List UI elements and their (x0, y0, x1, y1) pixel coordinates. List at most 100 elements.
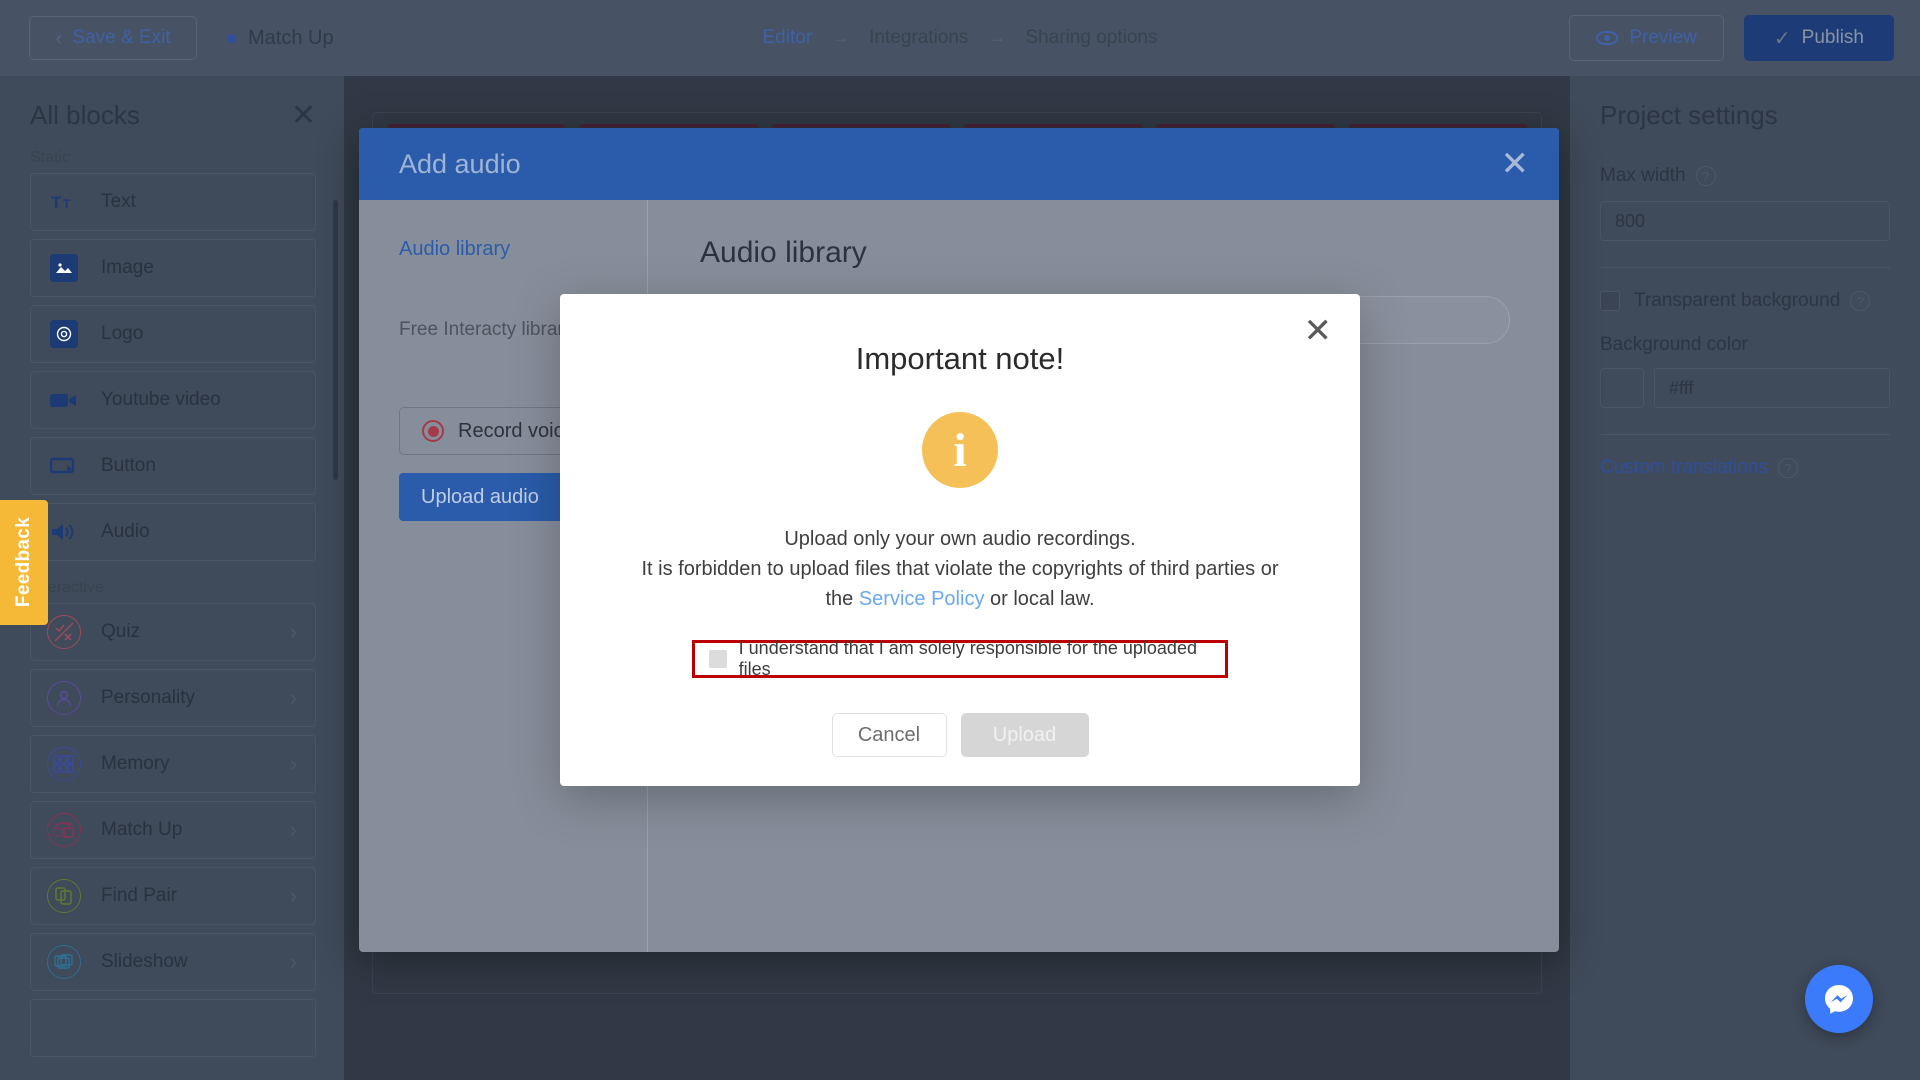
sidebar-item-label: Quiz (101, 621, 141, 642)
button-icon (47, 456, 81, 476)
project-title: Match Up (227, 27, 334, 50)
breadcrumb-item-editor[interactable]: Editor (763, 27, 813, 49)
match-up-icon (47, 813, 81, 847)
person-icon (47, 681, 81, 715)
sidebar-title: All blocks (30, 100, 140, 130)
custom-translations-link[interactable]: Custom translations ? (1600, 457, 1890, 479)
messenger-chat-button[interactable] (1805, 965, 1873, 1033)
sidebar-group-label-static: Static (30, 149, 71, 166)
video-camera-icon (47, 390, 81, 410)
breadcrumb-item-integrations[interactable]: Integrations (869, 27, 968, 49)
quiz-icon (47, 615, 81, 649)
background-color-row: #fff (1600, 368, 1890, 408)
info-icon: i (922, 412, 998, 488)
sidebar-item-label: Image (101, 257, 154, 278)
sidebar-item-button[interactable]: Button (30, 437, 316, 495)
find-pair-icon (47, 879, 81, 913)
record-voice-label: Record voice (458, 419, 575, 442)
messenger-icon (1825, 985, 1853, 1014)
publish-label: Publish (1801, 27, 1864, 48)
project-settings-panel: Project settings Max width ? 800 Transpa… (1570, 76, 1920, 1080)
transparent-background-checkbox[interactable] (1600, 291, 1620, 311)
sidebar-item-audio[interactable]: Audio (30, 503, 316, 561)
close-icon[interactable]: ✕ (1304, 314, 1333, 348)
feedback-label: Feedback (13, 517, 34, 608)
max-width-label: Max width ? (1600, 165, 1890, 187)
sidebar-scrollbar[interactable] (333, 200, 338, 480)
chevron-right-icon: › (289, 883, 297, 908)
divider (1600, 434, 1890, 435)
chevron-left-icon: ‹ (55, 26, 63, 50)
background-color-label: Background color (1600, 334, 1748, 355)
sidebar-item-label: Personality (101, 687, 195, 708)
feedback-tab[interactable]: Feedback (0, 500, 48, 625)
sidebar-group-label-interactive: Interactive (30, 579, 104, 596)
chevron-right-icon: › (289, 619, 297, 644)
note-line-1: Upload only your own audio recordings. (784, 528, 1136, 550)
chevron-right-icon: › (289, 685, 297, 710)
sidebar-item-label: Button (101, 455, 156, 476)
sidebar-item-quiz[interactable]: Quiz › (30, 603, 316, 661)
all-blocks-sidebar: All blocks ✕ Static TT Text Image Logo Y… (0, 76, 344, 1080)
close-icon[interactable]: ✕ (291, 100, 316, 131)
upload-button[interactable]: Upload (960, 713, 1089, 757)
sidebar-item-logo[interactable]: Logo (30, 305, 316, 363)
memory-grid-icon (47, 747, 81, 781)
background-color-input[interactable]: #fff (1654, 368, 1890, 408)
sidebar-item-image[interactable]: Image (30, 239, 316, 297)
important-note-dialog: ✕ Important note! i Upload only your own… (560, 294, 1360, 786)
transparent-background-row[interactable]: Transparent background ? (1600, 290, 1890, 312)
add-audio-modal-title: Add audio (399, 148, 521, 179)
arrow-right-icon: → (988, 28, 1006, 47)
project-settings-title: Project settings (1600, 100, 1778, 130)
audio-library-heading: Audio library (700, 236, 867, 269)
sidebar-item-youtube-video[interactable]: Youtube video (30, 371, 316, 429)
chevron-right-icon: › (289, 751, 297, 776)
sidebar-item-match-up[interactable]: Match Up › (30, 801, 316, 859)
publish-button[interactable]: ✓ Publish (1743, 15, 1894, 61)
acknowledgement-checkbox[interactable] (709, 650, 727, 668)
transparent-background-label: Transparent background (1634, 290, 1841, 311)
question-mark-icon[interactable]: ? (1850, 291, 1871, 311)
sidebar-item-personality[interactable]: Personality › (30, 669, 316, 727)
question-mark-icon[interactable]: ? (1777, 458, 1798, 478)
text-icon: TT (47, 192, 81, 212)
eye-icon (1596, 31, 1619, 45)
important-note-body: Upload only your own audio recordings. I… (560, 524, 1360, 614)
breadcrumb: Editor → Integrations → Sharing options (763, 27, 1158, 49)
upload-audio-label: Upload audio (421, 485, 539, 508)
sidebar-item-label: Text (101, 191, 136, 212)
sidebar-item-next[interactable] (30, 999, 316, 1057)
status-dot-icon (227, 33, 236, 43)
sidebar-item-slideshow[interactable]: Slideshow › (30, 933, 316, 991)
add-audio-modal-header: Add audio ✕ (359, 128, 1559, 200)
speaker-icon (47, 521, 81, 543)
close-icon[interactable]: ✕ (1501, 147, 1530, 181)
note-line-3-suffix: or local law. (984, 588, 1095, 610)
background-color-swatch[interactable] (1600, 368, 1644, 408)
sidebar-item-memory[interactable]: Memory › (30, 735, 316, 793)
question-mark-icon[interactable]: ? (1695, 166, 1716, 186)
acknowledgement-highlight[interactable]: I understand that I am solely responsibl… (692, 638, 1228, 679)
preview-button[interactable]: Preview (1569, 15, 1724, 61)
breadcrumb-item-sharing-options[interactable]: Sharing options (1025, 27, 1157, 49)
note-line-3-prefix: the (825, 588, 859, 610)
divider (1600, 267, 1890, 268)
record-dot-icon (422, 420, 444, 442)
important-note-actions: Cancel Upload (560, 713, 1360, 757)
top-bar: ‹ Save & Exit Match Up Editor → Integrat… (0, 0, 1920, 76)
max-width-input[interactable]: 800 (1600, 201, 1890, 241)
tab-audio-library[interactable]: Audio library (399, 238, 647, 261)
service-policy-link[interactable]: Service Policy (859, 588, 985, 610)
top-bar-actions: Preview ✓ Publish (1569, 15, 1894, 61)
arrow-right-icon: → (832, 28, 850, 47)
custom-translations-label: Custom translations (1600, 457, 1768, 478)
sidebar-item-label: Logo (101, 323, 144, 344)
cancel-button[interactable]: Cancel (831, 713, 947, 757)
sidebar-item-find-pair[interactable]: Find Pair › (30, 867, 316, 925)
max-width-value: 800 (1615, 210, 1646, 231)
note-line-2: It is forbidden to upload files that vio… (641, 558, 1279, 580)
sidebar-item-label: Match Up (101, 819, 183, 840)
sidebar-item-text[interactable]: TT Text (30, 173, 316, 231)
save-and-exit-button[interactable]: ‹ Save & Exit (29, 16, 197, 60)
